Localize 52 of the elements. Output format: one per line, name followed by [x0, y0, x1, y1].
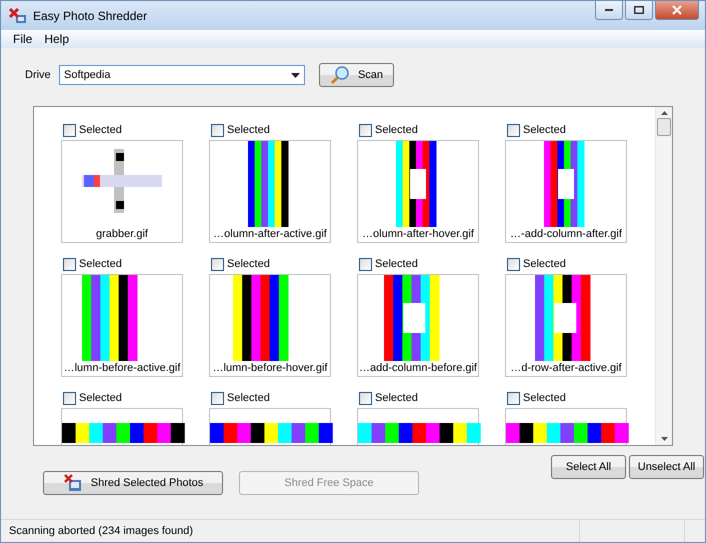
thumbnail-card[interactable]: grabber.gif — [61, 140, 183, 243]
selected-checkbox[interactable]: Selected — [359, 257, 479, 271]
thumbnail-card[interactable]: …lumn-before-hover.gif — [209, 274, 331, 377]
thumbnail-card[interactable]: …lumn-before-active.gif — [61, 274, 183, 377]
file-name: …olumn-after-active.gif — [213, 228, 327, 240]
selected-checkbox[interactable]: Selected — [63, 391, 183, 405]
menu-item[interactable]: File — [13, 32, 32, 46]
scroll-up-icon[interactable] — [660, 111, 668, 115]
close-icon — [672, 5, 682, 15]
thumbnail-card[interactable]: …-add-column-after.gif — [505, 140, 627, 243]
select-all-button[interactable]: Select All — [551, 455, 626, 479]
selected-checkbox[interactable]: Selected — [63, 257, 183, 271]
file-name: grabber.gif — [96, 228, 148, 240]
minimize-icon — [605, 9, 613, 11]
selected-checkbox[interactable]: Selected — [211, 123, 331, 137]
status-text: Scanning aborted (234 images found) — [8, 525, 194, 537]
thumbnail-card[interactable]: …olumn-after-active.gif — [209, 140, 331, 243]
file-name: …d-row-after-active.gif — [510, 362, 622, 374]
selected-checkbox[interactable]: Selected — [211, 391, 331, 405]
drive-dropdown[interactable]: Softpedia — [59, 65, 305, 85]
thumbnail-card[interactable]: …add-column-before.gif — [357, 274, 479, 377]
thumbnail-card[interactable]: …d-row-after-active.gif — [505, 274, 627, 377]
scrollbar[interactable] — [655, 107, 672, 445]
maximize-icon — [634, 6, 644, 14]
maximize-button[interactable] — [625, 1, 653, 20]
file-name: …olumn-after-hover.gif — [362, 228, 474, 240]
selected-checkbox[interactable]: Selected — [507, 391, 627, 405]
file-name: …add-column-before.gif — [358, 362, 477, 374]
selected-checkbox[interactable]: Selected — [63, 123, 183, 137]
scroll-down-icon[interactable] — [660, 437, 668, 441]
selected-checkbox[interactable]: Selected — [211, 257, 331, 271]
menu-item[interactable]: Help — [44, 32, 70, 46]
file-name: …lumn-before-hover.gif — [212, 362, 328, 374]
drive-label: Drive — [25, 69, 52, 81]
selected-checkbox[interactable]: Selected — [359, 123, 479, 137]
close-button[interactable] — [655, 1, 699, 20]
shredder-icon — [9, 8, 27, 24]
selected-checkbox[interactable]: Selected — [507, 123, 627, 137]
scroll-thumb[interactable] — [657, 118, 671, 136]
scan-button[interactable]: Scan — [319, 63, 394, 87]
window-title: Easy Photo Shredder — [33, 8, 148, 22]
dropdown-arrow-icon — [291, 72, 300, 78]
minimize-button[interactable] — [595, 1, 623, 20]
selected-checkbox[interactable]: Selected — [359, 391, 479, 405]
file-name: …lumn-before-active.gif — [64, 362, 180, 374]
selected-checkbox[interactable]: Selected — [507, 257, 627, 271]
thumbnail-card[interactable]: …olumn-after-hover.gif — [357, 140, 479, 243]
unselect-all-button[interactable]: Unselect All — [629, 455, 704, 479]
shred-icon — [62, 474, 83, 492]
shred-selected-button[interactable]: Shred Selected Photos — [43, 471, 223, 495]
file-name: …-add-column-after.gif — [510, 228, 622, 240]
magnifier-icon — [330, 65, 350, 85]
